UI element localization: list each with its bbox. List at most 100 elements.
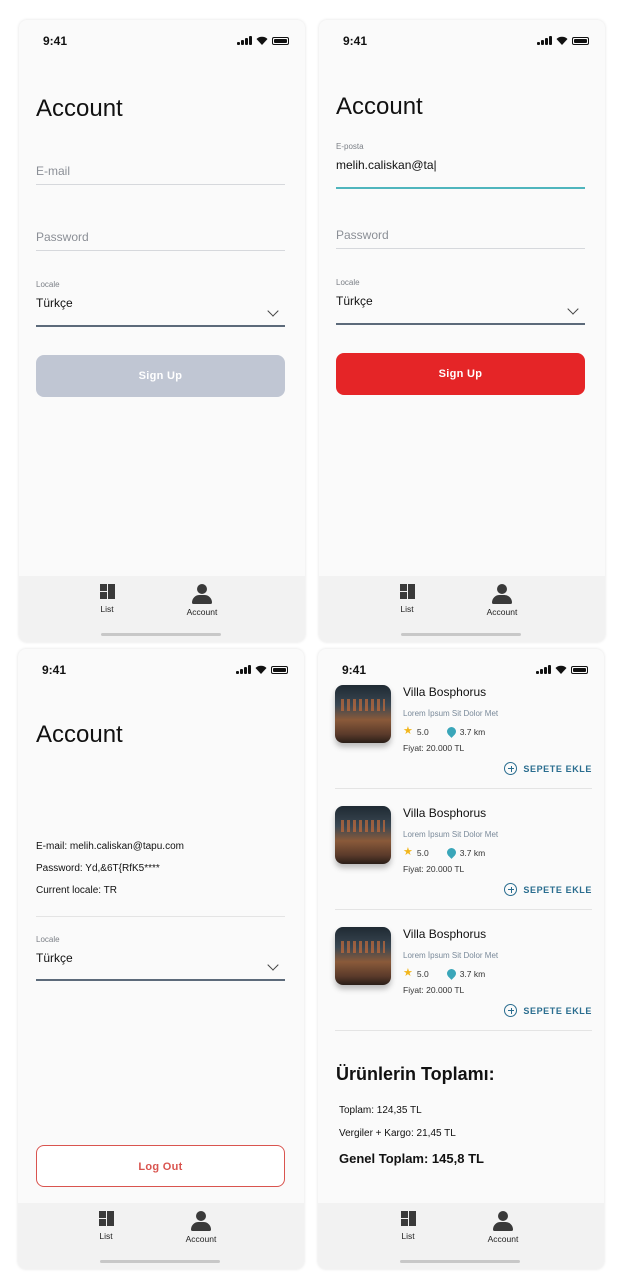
email-field[interactable]: E-posta melih.caliskan@ta| xyxy=(336,142,585,189)
tab-account[interactable]: Account xyxy=(468,1211,538,1244)
email-info: E-mail: melih.caliskan@tapu.com xyxy=(36,841,184,852)
product-name: Villa Bosphorus xyxy=(403,806,487,820)
log-out-button[interactable]: Log Out xyxy=(36,1145,285,1187)
screen-account-empty: 9:41 Account E-mail Password Locale Türk… xyxy=(19,20,305,642)
page-title: Account xyxy=(336,93,423,120)
tab-list-label: List xyxy=(401,1231,415,1241)
add-to-cart-button[interactable]: SEPETE EKLE xyxy=(504,883,592,896)
status-time: 9:41 xyxy=(343,34,368,48)
user-icon xyxy=(493,1211,513,1231)
locale-value: Türkçe xyxy=(36,296,73,310)
divider xyxy=(335,909,592,910)
status-bar: 9:41 xyxy=(18,649,304,689)
divider xyxy=(36,916,285,917)
email-field[interactable]: E-mail xyxy=(36,162,285,185)
tab-list[interactable]: List xyxy=(71,1211,141,1241)
product-rating: 5.0 xyxy=(416,968,429,979)
product-card[interactable]: Villa Bosphorus Lorem İpsum Sit Dolor Me… xyxy=(335,683,592,803)
grand-total: Genel Toplam: 145,8 TL xyxy=(339,1151,484,1166)
status-time: 9:41 xyxy=(342,663,367,677)
locale-select[interactable]: Locale Türkçe xyxy=(36,935,285,981)
status-time: 9:41 xyxy=(43,34,68,48)
tax-shipping: Vergiler + Kargo: 21,45 TL xyxy=(339,1128,456,1139)
grid-icon xyxy=(98,1211,114,1226)
tab-account[interactable]: Account xyxy=(467,584,537,617)
screen-account-typing: 9:41 Account E-posta melih.caliskan@ta| … xyxy=(319,20,605,642)
user-icon xyxy=(492,584,512,604)
tab-bar: List Account xyxy=(318,1203,604,1269)
tab-bar: List Account xyxy=(319,576,605,642)
divider xyxy=(335,1030,592,1031)
product-image xyxy=(335,806,391,864)
product-distance: 3.7 km xyxy=(459,847,486,858)
add-to-cart-button[interactable]: SEPETE EKLE xyxy=(504,1004,592,1017)
product-desc: Lorem İpsum Sit Dolor Met xyxy=(403,951,499,960)
add-to-cart-button[interactable]: SEPETE EKLE xyxy=(504,762,592,775)
chevron-down-icon xyxy=(267,959,279,971)
locale-label: Locale xyxy=(336,278,360,287)
home-indicator xyxy=(101,633,221,636)
screen-account-logged-in: 9:41 Account E-mail: melih.caliskan@tapu… xyxy=(18,649,304,1269)
product-card[interactable]: Villa Bosphorus Lorem İpsum Sit Dolor Me… xyxy=(335,804,592,924)
locale-info: Current locale: TR xyxy=(36,885,117,896)
tab-account[interactable]: Account xyxy=(167,584,237,617)
plus-circle-icon xyxy=(504,883,518,896)
star-icon: ★ xyxy=(403,967,413,979)
email-label: E-posta xyxy=(336,142,364,151)
product-distance: 3.7 km xyxy=(459,968,486,979)
status-bar: 9:41 xyxy=(319,20,605,60)
product-price: Fiyat: 20.000 TL xyxy=(403,743,465,753)
plus-circle-icon xyxy=(504,1004,518,1017)
battery-icon xyxy=(271,666,288,674)
home-indicator xyxy=(100,1260,220,1263)
signal-icon xyxy=(236,665,251,674)
grid-icon xyxy=(99,584,115,599)
product-price: Fiyat: 20.000 TL xyxy=(403,985,465,995)
locale-label: Locale xyxy=(36,280,60,289)
locale-select[interactable]: Locale Türkçe xyxy=(336,278,585,325)
tab-list[interactable]: List xyxy=(72,584,142,614)
status-time: 9:41 xyxy=(42,663,67,677)
password-field[interactable]: Password xyxy=(336,226,585,249)
password-field[interactable]: Password xyxy=(36,228,285,251)
tab-bar: List Account xyxy=(19,576,305,642)
tab-list-label: List xyxy=(99,1231,113,1241)
location-pin-icon xyxy=(444,725,458,738)
tab-list-label: List xyxy=(100,604,114,614)
tab-account[interactable]: Account xyxy=(166,1211,236,1244)
status-bar: 9:41 xyxy=(19,20,305,60)
location-pin-icon xyxy=(444,967,458,980)
add-to-cart-label: SEPETE EKLE xyxy=(523,763,592,774)
wifi-icon xyxy=(256,36,268,45)
user-icon xyxy=(192,584,212,604)
tab-account-label: Account xyxy=(186,607,218,617)
tab-list-label: List xyxy=(400,604,414,614)
star-icon: ★ xyxy=(403,725,413,737)
password-info: Password: Yd,&6T{RfK5**** xyxy=(36,863,160,874)
locale-value: Türkçe xyxy=(36,951,73,965)
wifi-icon xyxy=(555,665,567,674)
chevron-down-icon xyxy=(567,303,579,315)
sign-up-button[interactable]: Sign Up xyxy=(36,355,285,397)
add-to-cart-label: SEPETE EKLE xyxy=(523,884,592,895)
product-name: Villa Bosphorus xyxy=(403,927,487,941)
home-indicator xyxy=(400,1260,520,1263)
tab-list[interactable]: List xyxy=(373,1211,443,1241)
page-title: Account xyxy=(36,721,123,748)
battery-icon xyxy=(571,666,588,674)
product-desc: Lorem İpsum Sit Dolor Met xyxy=(403,709,499,718)
tab-list[interactable]: List xyxy=(372,584,442,614)
tab-account-label: Account xyxy=(486,607,518,617)
tab-account-label: Account xyxy=(487,1234,519,1244)
locale-value: Türkçe xyxy=(336,294,373,308)
signal-icon xyxy=(537,36,552,45)
grid-icon xyxy=(399,584,415,599)
product-price: Fiyat: 20.000 TL xyxy=(403,864,465,874)
subtotal: Toplam: 124,35 TL xyxy=(339,1105,422,1116)
chevron-down-icon xyxy=(267,305,279,317)
sign-up-button[interactable]: Sign Up xyxy=(336,353,585,395)
locale-select[interactable]: Locale Türkçe xyxy=(36,280,285,327)
product-card[interactable]: Villa Bosphorus Lorem İpsum Sit Dolor Me… xyxy=(335,925,592,1045)
signal-icon xyxy=(237,36,252,45)
product-rating: 5.0 xyxy=(416,847,429,858)
